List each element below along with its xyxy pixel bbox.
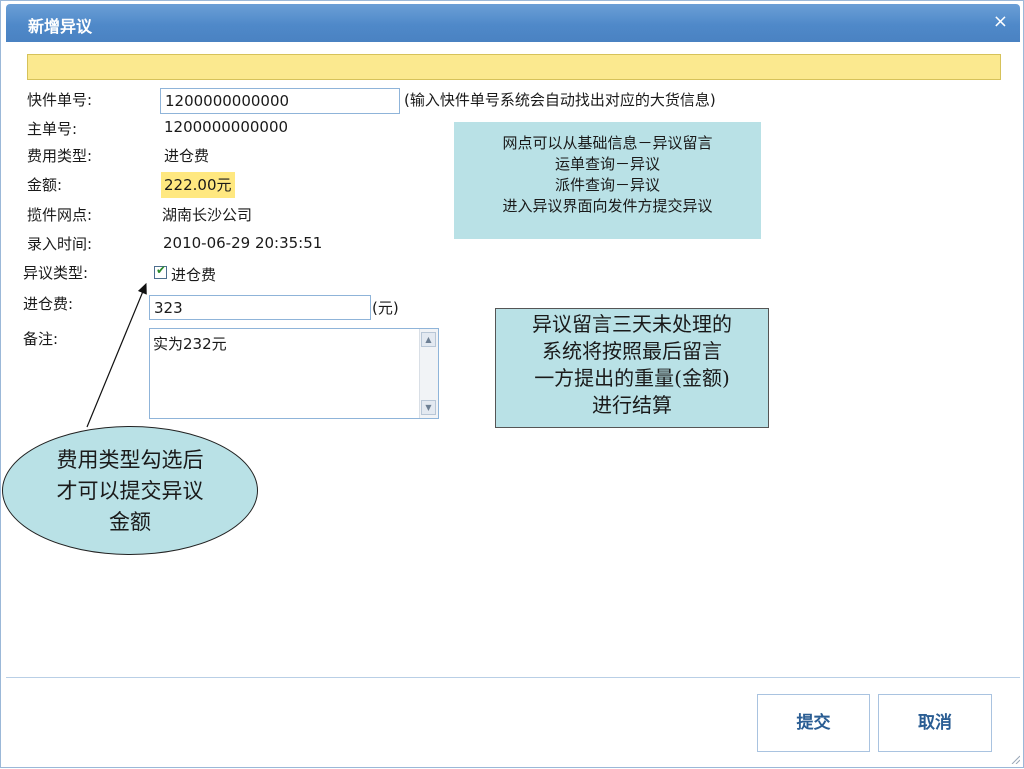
ellipse-line: 费用类型勾选后	[56, 448, 204, 472]
ellipse-line: 金额	[109, 510, 151, 534]
annotation-arrow	[86, 282, 147, 428]
add-dispute-dialog: 新增异议 × 快件单号: (输入快件单号系统会自动找出对应的大货信息) 主单号:…	[0, 0, 1024, 768]
submit-button[interactable]: 提交	[757, 694, 870, 752]
ellipse-line: 才可以提交异议	[56, 479, 204, 503]
footer-divider	[6, 677, 1020, 678]
resize-grip-icon[interactable]	[1010, 754, 1020, 764]
fee-type-note-ellipse: 费用类型勾选后 才可以提交异议 金额	[2, 426, 258, 555]
cancel-button[interactable]: 取消	[878, 694, 992, 752]
